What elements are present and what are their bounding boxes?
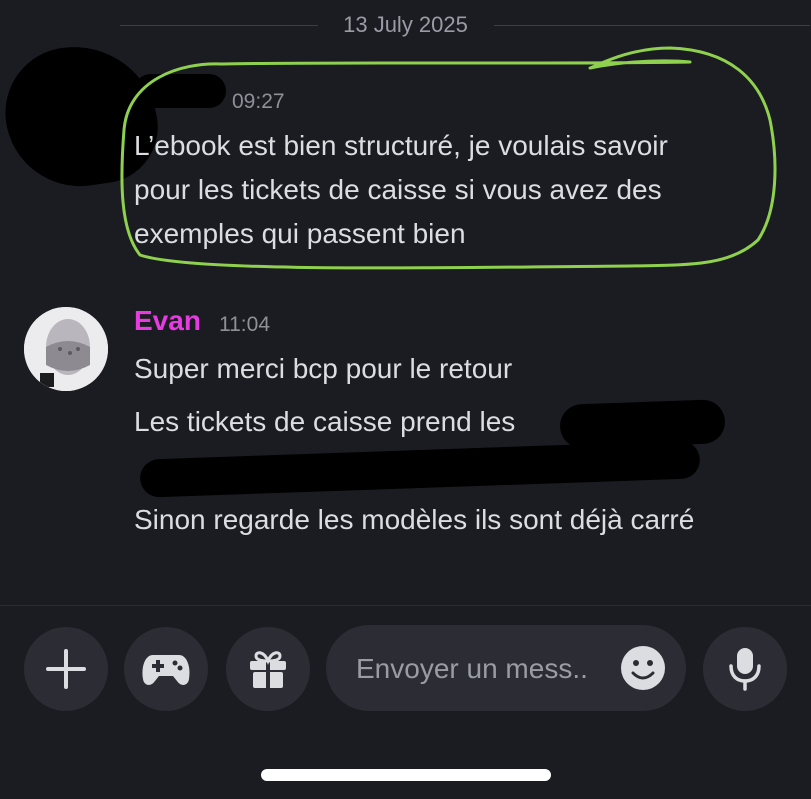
message-composer[interactable]: [326, 625, 686, 713]
microphone-icon: [729, 648, 761, 691]
avatar[interactable]: [24, 307, 108, 391]
composer-divider: [0, 605, 811, 606]
gift-icon: [250, 651, 286, 688]
hand-drawn-highlight: [120, 46, 777, 270]
divider-line-left: [120, 25, 318, 26]
home-indicator: [261, 769, 551, 781]
plus-icon: [46, 649, 86, 689]
emoji-icon[interactable]: [620, 645, 666, 691]
divider-line-right: [494, 25, 810, 26]
gamepad-icon: [142, 655, 190, 685]
message-input[interactable]: [354, 625, 618, 713]
message-timestamp: 11:04: [219, 313, 270, 336]
message-line: Super merci bcp pour le retour: [134, 353, 513, 384]
redaction-mark: [139, 440, 701, 498]
voice-message-button[interactable]: [703, 627, 787, 711]
gift-button[interactable]: [226, 627, 310, 711]
author-name[interactable]: Evan: [134, 305, 201, 337]
message-line: Sinon regarde les modèles ils sont déjà …: [134, 504, 695, 535]
activities-button[interactable]: [124, 627, 208, 711]
add-attachment-button[interactable]: [24, 627, 108, 711]
message-line: Les tickets de caisse prend les: [134, 406, 516, 437]
date-divider: 13 July 2025: [0, 8, 811, 42]
date-label: 13 July 2025: [343, 12, 468, 37]
